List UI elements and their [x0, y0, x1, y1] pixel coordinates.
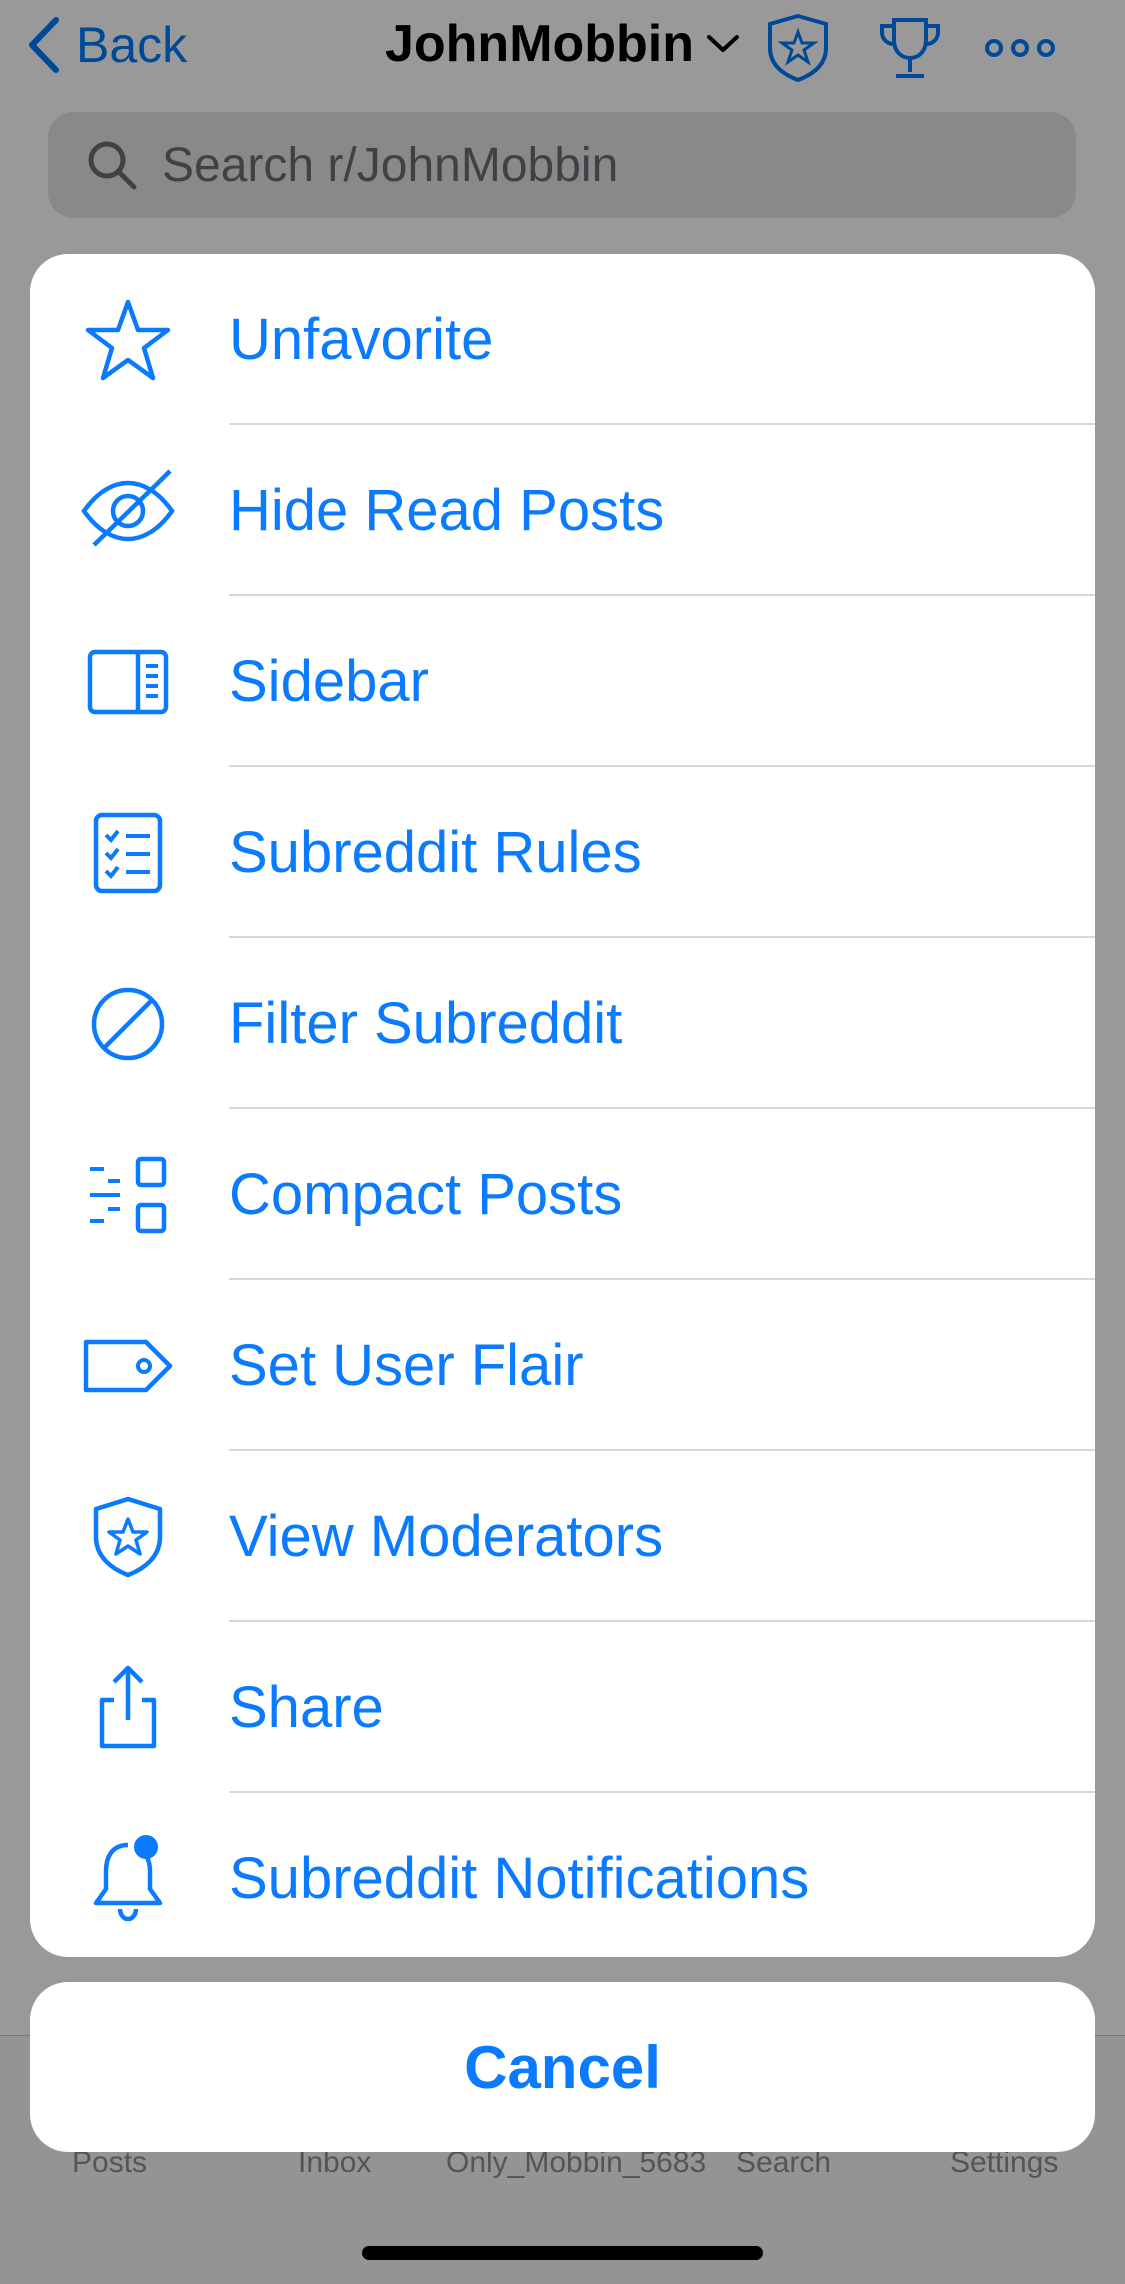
menu-item-label: Share: [229, 1675, 384, 1740]
action-sheet: Unfavorite Hide Read Posts Sidebar Subre…: [30, 254, 1095, 1957]
compact-list-icon: [78, 1145, 178, 1245]
menu-item-set-user-flair[interactable]: Set User Flair: [30, 1280, 1095, 1451]
menu-item-label: Hide Read Posts: [229, 478, 665, 543]
menu-item-subreddit-notifications[interactable]: Subreddit Notifications: [30, 1793, 1095, 1957]
sidebar-icon: [78, 632, 178, 732]
menu-item-label: Subreddit Notifications: [229, 1846, 810, 1911]
menu-item-compact-posts[interactable]: Compact Posts: [30, 1109, 1095, 1280]
menu-item-label: Subreddit Rules: [229, 820, 642, 885]
menu-item-view-moderators[interactable]: View Moderators: [30, 1451, 1095, 1622]
cancel-button[interactable]: Cancel: [30, 1982, 1095, 2152]
menu-item-label: Unfavorite: [229, 307, 494, 372]
tag-icon: [78, 1316, 178, 1416]
checklist-icon: [78, 803, 178, 903]
menu-item-share[interactable]: Share: [30, 1622, 1095, 1793]
menu-item-unfavorite[interactable]: Unfavorite: [30, 254, 1095, 425]
share-icon: [78, 1658, 178, 1758]
menu-item-sidebar[interactable]: Sidebar: [30, 596, 1095, 767]
menu-item-label: Filter Subreddit: [229, 991, 623, 1056]
menu-item-label: View Moderators: [229, 1504, 664, 1569]
menu-item-label: Sidebar: [229, 649, 429, 714]
menu-item-hide-read-posts[interactable]: Hide Read Posts: [30, 425, 1095, 596]
prohibited-icon: [78, 974, 178, 1074]
home-indicator: [362, 2246, 763, 2260]
shield-star-icon: [78, 1487, 178, 1587]
menu-item-label: Set User Flair: [229, 1333, 584, 1398]
menu-item-subreddit-rules[interactable]: Subreddit Rules: [30, 767, 1095, 938]
star-icon: [78, 290, 178, 390]
bell-badge-icon: [78, 1829, 178, 1929]
eye-slash-icon: [78, 461, 178, 561]
menu-item-label: Compact Posts: [229, 1162, 623, 1227]
menu-item-filter-subreddit[interactable]: Filter Subreddit: [30, 938, 1095, 1109]
